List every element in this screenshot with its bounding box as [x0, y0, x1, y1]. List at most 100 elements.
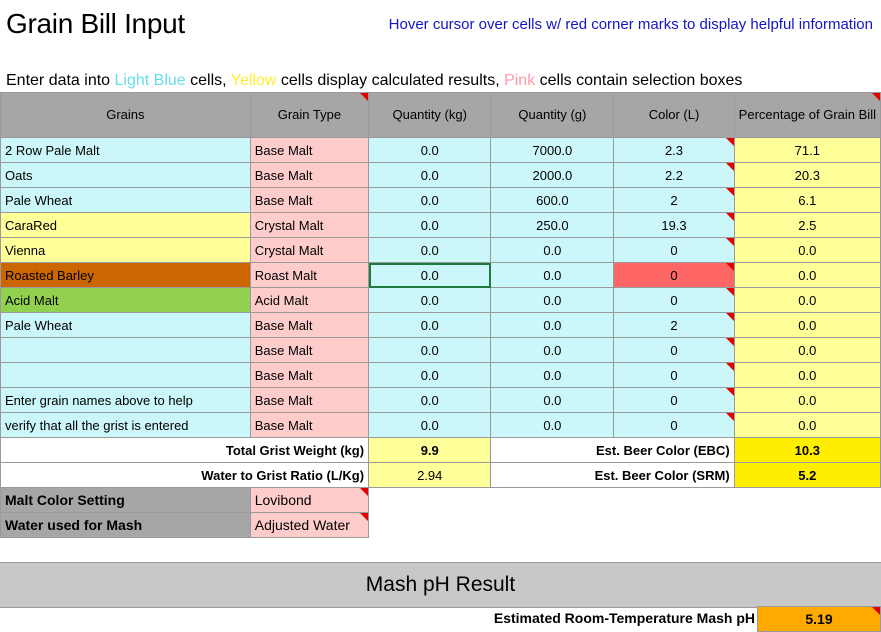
instructions: Enter data into Light Blue cells, Yellow…: [6, 72, 742, 90]
header-percentage: Percentage of Grain Bill: [733, 92, 881, 138]
grain-type-select[interactable]: Crystal Malt: [249, 212, 370, 238]
qty-kg-cell[interactable]: 0.0: [368, 212, 492, 238]
grain-name-cell[interactable]: verify that all the grist is entered: [0, 412, 251, 438]
grain-row: 2 Row Pale Malt Base Malt 0.0 7000.0 2.3…: [0, 137, 881, 163]
grain-type-select[interactable]: Crystal Malt: [249, 237, 370, 263]
grain-row: Roasted Barley Roast Malt 0.0 0.0 0 0.0: [0, 262, 881, 288]
header-grains: Grains: [0, 92, 251, 138]
color-cell[interactable]: 2: [613, 312, 735, 338]
instructions-part2: cells,: [185, 72, 231, 89]
color-cell[interactable]: 0: [613, 387, 735, 413]
qty-kg-cell[interactable]: 0.0: [368, 312, 492, 338]
qty-g-cell[interactable]: 2000.0: [490, 162, 615, 188]
percentage-cell: 0.0: [733, 262, 881, 288]
grain-type-select[interactable]: Roast Malt: [249, 262, 370, 288]
water-select[interactable]: Adjusted Water: [249, 512, 370, 538]
qty-g-cell[interactable]: 0.0: [490, 387, 615, 413]
qty-g-cell[interactable]: 600.0: [490, 187, 615, 213]
percentage-cell: 0.0: [733, 287, 881, 313]
water-setting-row: Water used for Mash Adjusted Water: [0, 512, 881, 538]
ratio-value: 2.94: [368, 462, 492, 488]
qty-g-cell[interactable]: 0.0: [490, 412, 615, 438]
totals-row-grist: Total Grist Weight (kg) 9.9 Est. Beer Co…: [0, 437, 881, 463]
qty-g-cell[interactable]: 0.0: [490, 237, 615, 263]
percentage-cell: 71.1: [733, 137, 881, 163]
color-cell[interactable]: 2: [613, 187, 735, 213]
page-title: Grain Bill Input: [6, 8, 185, 39]
ratio-label: Water to Grist Ratio (L/Kg): [0, 462, 370, 488]
qty-kg-cell[interactable]: 0.0: [368, 187, 492, 213]
instructions-part4: cells contain selection boxes: [535, 72, 743, 89]
qty-kg-cell[interactable]: 0.0: [368, 337, 492, 363]
malt-color-setting-row: Malt Color Setting Lovibond: [0, 487, 881, 513]
grain-type-select[interactable]: Base Malt: [249, 187, 370, 213]
ebc-label: Est. Beer Color (EBC): [490, 437, 735, 463]
qty-kg-cell[interactable]: 0.0: [368, 237, 492, 263]
grain-name-cell[interactable]: Vienna: [0, 237, 251, 263]
color-cell[interactable]: 0: [613, 362, 735, 388]
grain-name-cell[interactable]: Pale Wheat: [0, 187, 251, 213]
color-cell[interactable]: 0: [613, 287, 735, 313]
grain-name-cell[interactable]: Pale Wheat: [0, 312, 251, 338]
qty-g-cell[interactable]: 0.0: [490, 337, 615, 363]
grain-type-select[interactable]: Base Malt: [249, 162, 370, 188]
grain-row: Acid Malt Acid Malt 0.0 0.0 0 0.0: [0, 287, 881, 313]
color-cell[interactable]: 2.2: [613, 162, 735, 188]
grain-name-cell[interactable]: Enter grain names above to help: [0, 387, 251, 413]
color-cell[interactable]: 2.3: [613, 137, 735, 163]
percentage-cell: 20.3: [733, 162, 881, 188]
qty-kg-cell[interactable]: 0.0: [368, 137, 492, 163]
malt-color-select[interactable]: Lovibond: [249, 487, 370, 513]
qty-kg-cell[interactable]: 0.0: [368, 162, 492, 188]
qty-kg-cell[interactable]: 0.0: [368, 412, 492, 438]
qty-kg-cell[interactable]: 0.0: [368, 362, 492, 388]
percentage-cell: 0.0: [733, 337, 881, 363]
totals-row-ratio: Water to Grist Ratio (L/Kg) 2.94 Est. Be…: [0, 462, 881, 488]
grain-name-cell[interactable]: Oats: [0, 162, 251, 188]
qty-kg-cell[interactable]: 0.0: [368, 387, 492, 413]
grain-name-cell[interactable]: Acid Malt: [0, 287, 251, 313]
grain-name-cell[interactable]: [0, 362, 251, 388]
grain-name-cell[interactable]: Roasted Barley: [0, 262, 251, 288]
grain-type-select[interactable]: Base Malt: [249, 362, 370, 388]
percentage-cell: 0.0: [733, 312, 881, 338]
qty-g-cell[interactable]: 0.0: [490, 312, 615, 338]
grain-name-cell[interactable]: [0, 337, 251, 363]
grain-name-cell[interactable]: CaraRed: [0, 212, 251, 238]
grain-type-select[interactable]: Base Malt: [249, 387, 370, 413]
mash-ph-row: Estimated Room-Temperature Mash pH 5.19: [0, 606, 881, 632]
color-cell[interactable]: 0: [613, 262, 735, 288]
color-cell[interactable]: 0: [613, 337, 735, 363]
water-label: Water used for Mash: [0, 512, 251, 538]
grain-type-select[interactable]: Base Malt: [249, 137, 370, 163]
grain-type-select[interactable]: Base Malt: [249, 337, 370, 363]
grain-row: CaraRed Crystal Malt 0.0 250.0 19.3 2.5: [0, 212, 881, 238]
header-row: Grains Grain Type Quantity (kg) Quantity…: [0, 92, 881, 138]
percentage-cell: 0.0: [733, 362, 881, 388]
qty-kg-cell[interactable]: 0.0: [368, 287, 492, 313]
malt-color-label: Malt Color Setting: [0, 487, 251, 513]
color-cell[interactable]: 19.3: [613, 212, 735, 238]
color-cell[interactable]: 0: [613, 412, 735, 438]
percentage-cell: 0.0: [733, 237, 881, 263]
grain-type-select[interactable]: Base Malt: [249, 312, 370, 338]
srm-value: 5.2: [733, 462, 881, 488]
mash-ph-value: 5.19: [757, 606, 881, 632]
blank-area: [369, 488, 881, 513]
instructions-part1: Enter data into: [6, 72, 115, 89]
mash-ph-label: Estimated Room-Temperature Mash pH: [493, 610, 755, 626]
color-cell[interactable]: 0: [613, 237, 735, 263]
qty-g-cell[interactable]: 7000.0: [490, 137, 615, 163]
grain-type-select[interactable]: Acid Malt: [249, 287, 370, 313]
header-qty-kg: Quantity (kg): [368, 92, 492, 138]
qty-g-cell[interactable]: 0.0: [490, 287, 615, 313]
blank-area: [369, 513, 881, 538]
qty-g-cell[interactable]: 250.0: [490, 212, 615, 238]
grain-type-select[interactable]: Base Malt: [249, 412, 370, 438]
grain-row: Base Malt 0.0 0.0 0 0.0: [0, 337, 881, 363]
qty-g-cell[interactable]: 0.0: [490, 362, 615, 388]
grain-name-cell[interactable]: 2 Row Pale Malt: [0, 137, 251, 163]
qty-kg-cell[interactable]: 0.0: [368, 262, 492, 288]
grain-row: verify that all the grist is entered Bas…: [0, 412, 881, 438]
qty-g-cell[interactable]: 0.0: [490, 262, 615, 288]
